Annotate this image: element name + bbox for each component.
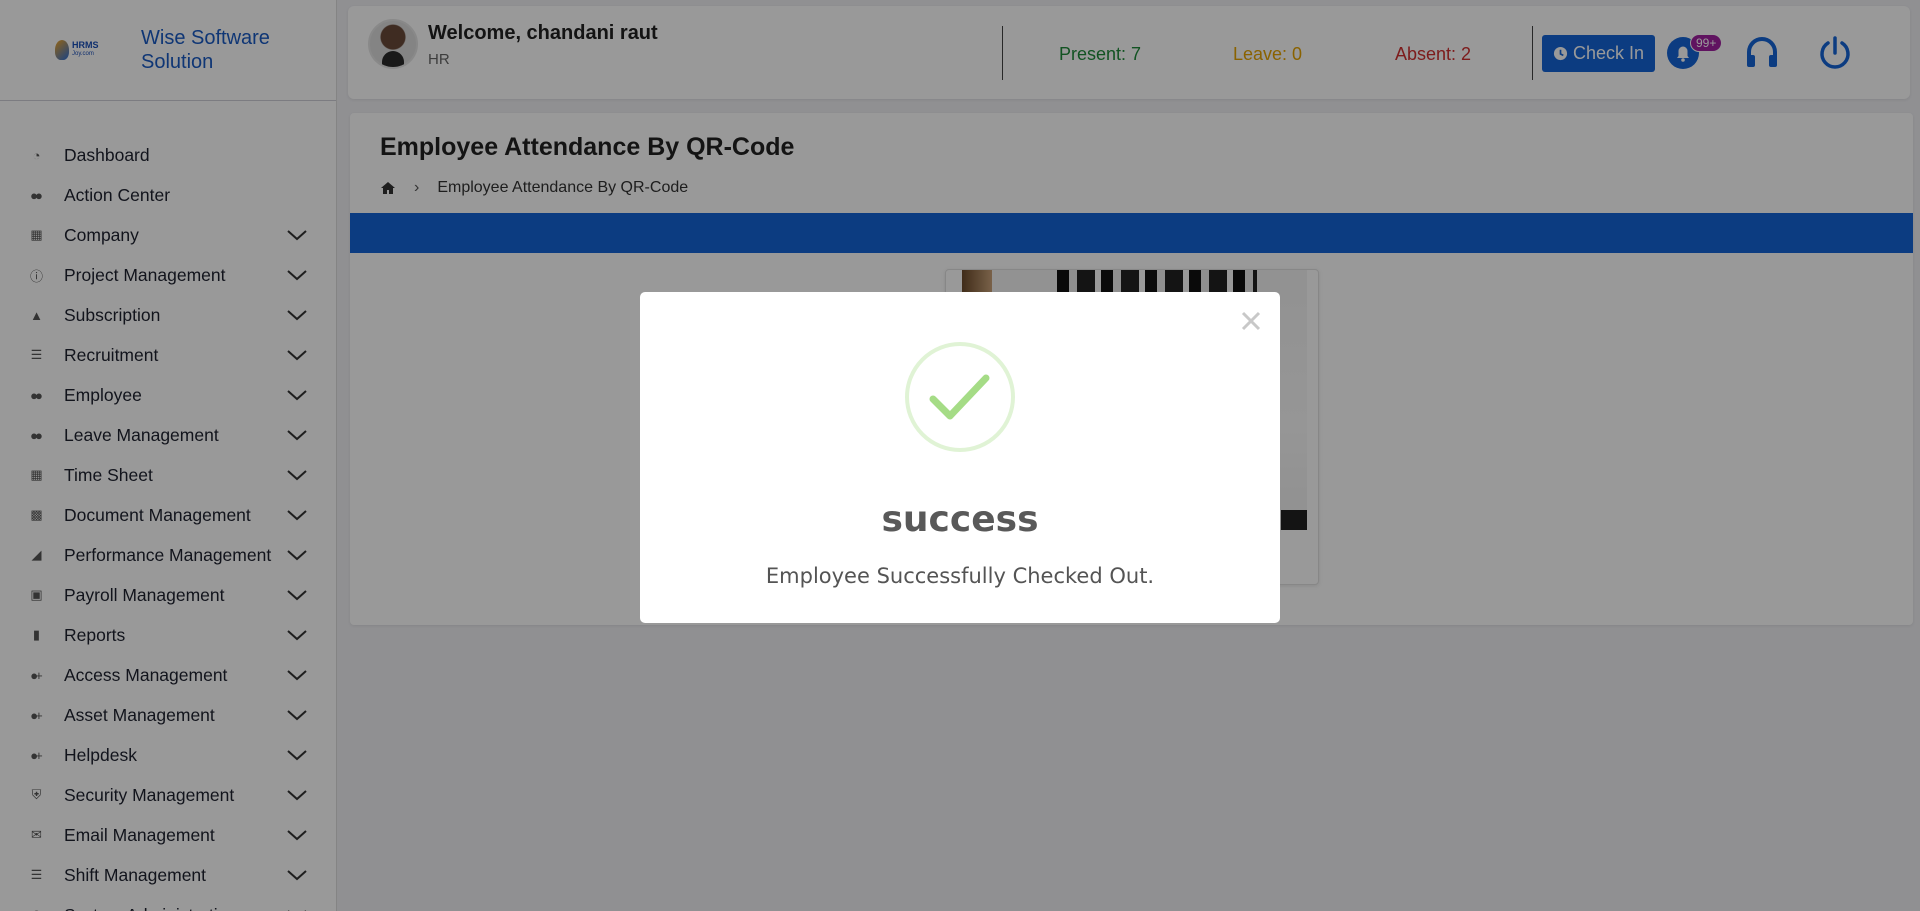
close-button[interactable]	[1238, 308, 1264, 334]
success-check-icon	[905, 342, 1015, 452]
close-icon	[1241, 311, 1261, 331]
dialog-title: success	[881, 499, 1039, 540]
dialog-message: Employee Successfully Checked Out.	[765, 564, 1155, 588]
success-dialog: success Employee Successfully Checked Ou…	[640, 292, 1280, 623]
